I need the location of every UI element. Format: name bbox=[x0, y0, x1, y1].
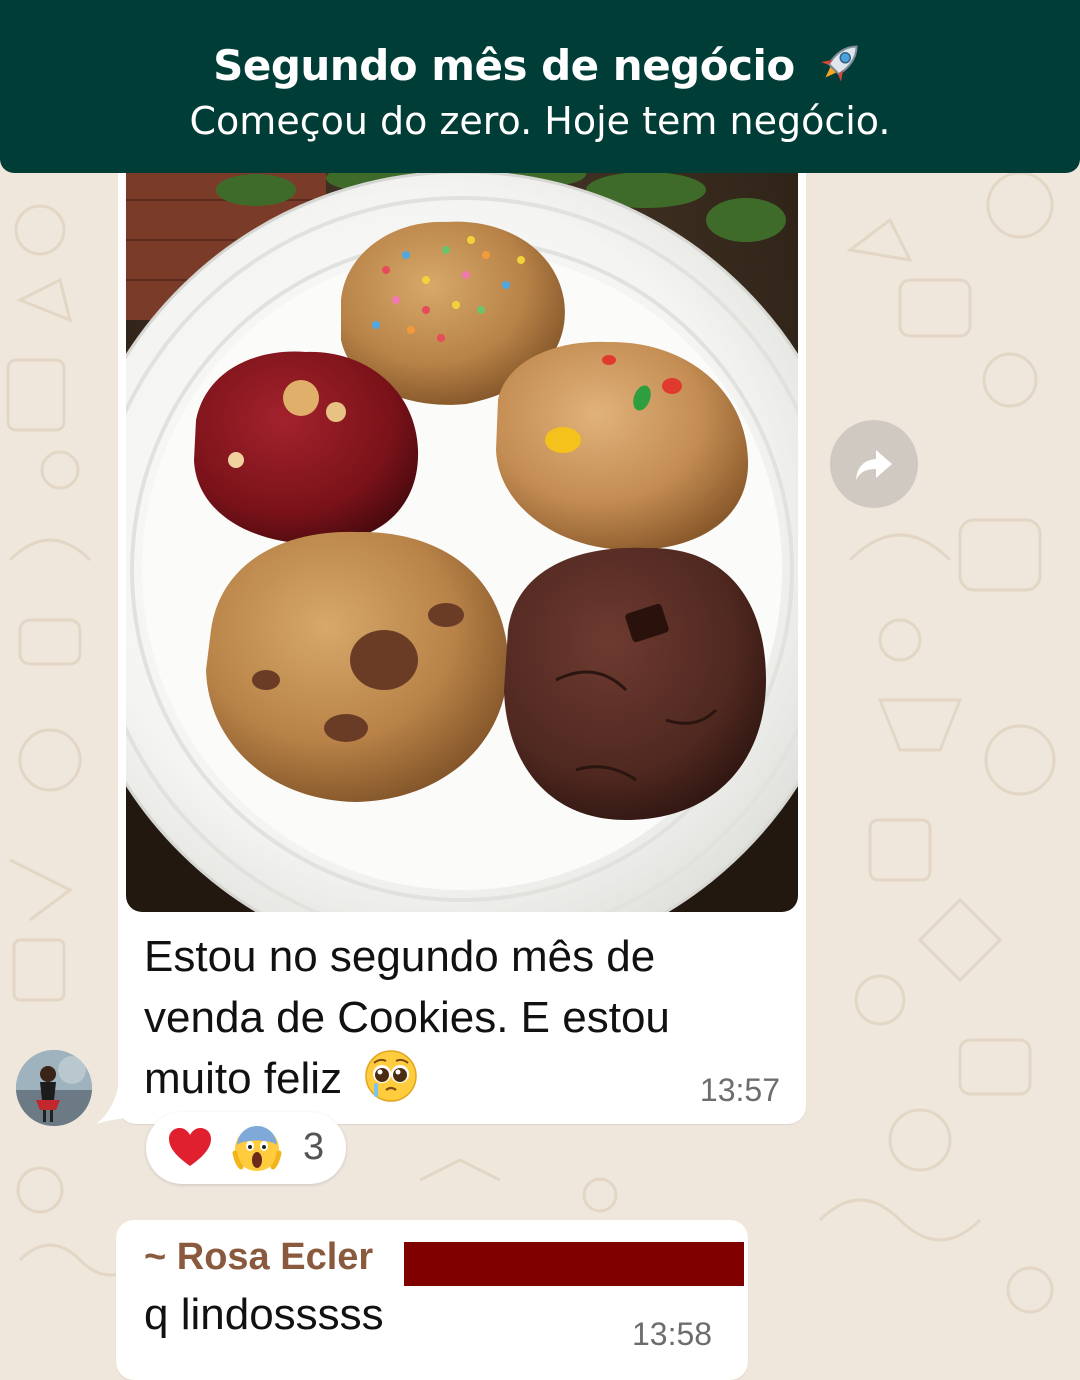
banner-subtitle: Começou do zero. Hoje tem negócio. bbox=[189, 99, 891, 143]
message-bubble-reply[interactable]: ~ Rosa Ecler q lindosssss 13:58 bbox=[116, 1220, 748, 1380]
message-text: Estou no segundo mês de venda de Cookies… bbox=[144, 926, 704, 1109]
heart-icon bbox=[169, 1128, 211, 1166]
face-screaming-icon bbox=[232, 1126, 282, 1171]
reply-timestamp: 13:58 bbox=[632, 1316, 713, 1352]
message-timestamp: 13:57 bbox=[699, 1072, 780, 1108]
rocket-icon bbox=[821, 45, 858, 82]
banner-title-text: Segundo mês de negócio bbox=[213, 41, 795, 90]
bubble-tail bbox=[96, 1088, 126, 1124]
reaction-count: 3 bbox=[303, 1126, 325, 1168]
forward-button[interactable] bbox=[830, 420, 918, 508]
message-bubble-photo[interactable]: Estou no segundo mês de venda de Cookies… bbox=[118, 160, 806, 1124]
cookies-photo[interactable] bbox=[126, 160, 798, 912]
header-banner: Segundo mês de negócio Começou do zero. … bbox=[0, 0, 1080, 173]
reply-text: q lindosssss bbox=[144, 1290, 384, 1339]
pleading-face-icon bbox=[365, 1050, 418, 1102]
banner-title: Segundo mês de negócio bbox=[0, 36, 1080, 90]
sender-avatar[interactable] bbox=[16, 1050, 92, 1126]
redacted-phone-number bbox=[404, 1242, 744, 1286]
forward-icon bbox=[856, 450, 892, 480]
sender-name[interactable]: ~ Rosa Ecler bbox=[144, 1236, 373, 1279]
reactions-pill[interactable]: 3 bbox=[146, 1112, 346, 1184]
